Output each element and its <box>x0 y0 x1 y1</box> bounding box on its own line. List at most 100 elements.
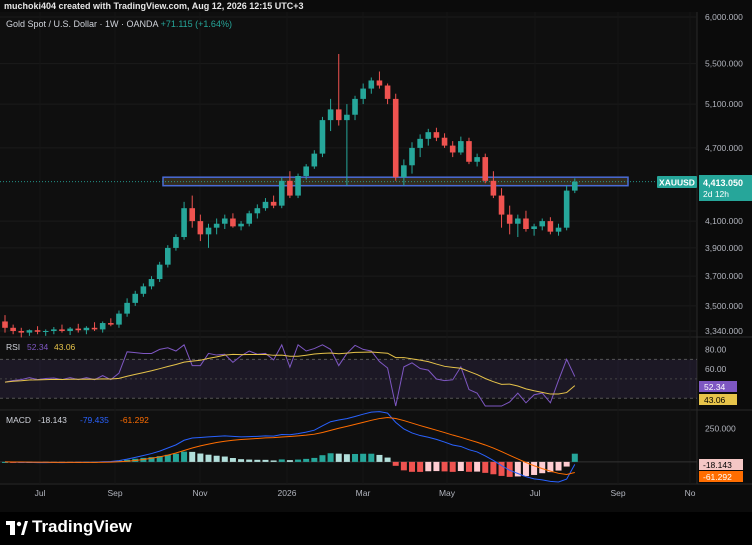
candle-body <box>91 327 98 330</box>
candle-body <box>344 114 350 121</box>
macd-histogram-bar <box>270 460 277 462</box>
candle-body <box>368 80 375 89</box>
price-tick-label: 5,500.000 <box>705 59 743 69</box>
macd-histogram-bar <box>286 460 293 462</box>
candle-body <box>311 153 318 167</box>
macd-badges: -18.143 -61.292 <box>699 459 743 482</box>
rsi-legend: RSI 52.34 43.06 <box>6 342 76 352</box>
rsi-title: RSI <box>6 342 20 352</box>
rsi-ma-value: 43.06 <box>54 342 76 352</box>
candle-body <box>132 293 139 303</box>
candle-body <box>441 137 448 146</box>
candle-body <box>173 237 179 248</box>
candle-body <box>189 208 196 222</box>
candle-body <box>506 214 513 224</box>
last-price-label: 4,413.050 <box>703 178 743 188</box>
time-tick-label: No <box>685 488 696 498</box>
candle-body <box>34 330 41 332</box>
rsi-axis-badge: 52.34 <box>704 382 726 392</box>
candle-body <box>108 323 114 325</box>
macd-histogram-bar <box>433 461 440 472</box>
macd-histogram-bar <box>335 453 342 462</box>
candle-body <box>213 223 220 228</box>
candle-body <box>2 321 8 328</box>
price-tick-label: 3,700.000 <box>705 271 743 281</box>
candle-body <box>303 166 309 176</box>
candle-body <box>262 201 269 209</box>
macd-histogram-bar <box>246 459 253 462</box>
macd-histogram-bar <box>221 456 228 462</box>
rsi-tick-label: 80.00 <box>705 345 727 355</box>
candle-body <box>221 218 228 224</box>
candle-body <box>409 147 415 166</box>
macd-hist-value: -61.292 <box>120 415 149 425</box>
candle-body <box>433 132 440 138</box>
macd-signal-value: -79.435 <box>80 415 109 425</box>
price-tick-label: 6,000.000 <box>705 12 743 22</box>
macd-hist-axis-badge: -61.292 <box>703 472 732 482</box>
macd-histogram-bar <box>441 461 448 472</box>
candle-body <box>449 145 456 153</box>
rsi-badges: 52.34 43.06 <box>699 381 737 405</box>
macd-histogram-bar <box>197 453 204 462</box>
candle-body <box>140 286 147 294</box>
candle-body <box>352 98 358 115</box>
macd-tick-label: 250.000 <box>705 423 736 433</box>
candle-body <box>474 157 480 162</box>
candle-body <box>482 157 489 181</box>
macd-histogram-bar <box>457 461 464 472</box>
candle-body <box>563 190 570 228</box>
macd-histogram-bar <box>425 461 432 472</box>
candle-body <box>205 227 212 235</box>
macd-histogram-bar <box>303 458 310 462</box>
macd-axis-badge: -18.143 <box>703 460 732 470</box>
candle-body <box>238 223 244 227</box>
macd-histogram-bar <box>352 453 359 462</box>
time-tick-label: Nov <box>192 488 208 498</box>
time-tick-label: Mar <box>356 488 371 498</box>
candle-body <box>466 141 472 162</box>
candle-body <box>59 329 65 331</box>
time-tick-label: Jul <box>530 488 541 498</box>
price-change: +71.115 (+1.64%) <box>160 19 232 29</box>
candle-body <box>490 180 497 196</box>
price-pane <box>0 12 697 336</box>
macd-histogram-bar <box>409 461 415 472</box>
price-tick-label: 5,100.000 <box>705 99 743 109</box>
macd-histogram-bar <box>417 461 424 472</box>
candle-body <box>165 247 171 265</box>
candle-body <box>401 165 407 178</box>
macd-histogram-bar <box>563 461 570 467</box>
macd-histogram-bar <box>465 461 472 472</box>
price-tick-label: 3,500.000 <box>705 301 743 311</box>
candle-body <box>148 279 155 287</box>
candle-body <box>18 331 25 333</box>
candle-body <box>392 98 399 178</box>
macd-histogram-bar <box>205 454 212 462</box>
macd-histogram-bar <box>295 459 302 462</box>
macd-histogram-bar <box>368 453 375 462</box>
candle-body <box>572 181 578 191</box>
candle-body <box>254 208 261 214</box>
candle-body <box>287 180 293 196</box>
candle-body <box>278 180 285 206</box>
candle-body <box>498 195 505 215</box>
chart-canvas[interactable]: 6,000.000 5,500.000 5,100.000 4,700.000 4,10… <box>0 0 752 512</box>
macd-histogram-bar <box>262 459 269 462</box>
candle-body <box>384 85 391 99</box>
price-tick-label: 3,900.000 <box>705 243 743 253</box>
macd-histogram-bar <box>360 453 367 462</box>
candle-body <box>99 323 106 330</box>
macd-histogram-bar <box>384 457 391 462</box>
macd-histogram-bar <box>522 461 529 477</box>
candle-body <box>67 328 73 331</box>
candle-body <box>75 328 82 331</box>
candle-body <box>42 331 49 332</box>
candle-body <box>515 218 521 224</box>
macd-histogram-bar <box>229 458 236 462</box>
candle-body <box>230 218 236 227</box>
candle-body <box>319 120 326 154</box>
macd-histogram-bar <box>555 461 562 471</box>
candle-body <box>523 218 529 230</box>
tradingview-logo-icon <box>6 521 28 535</box>
